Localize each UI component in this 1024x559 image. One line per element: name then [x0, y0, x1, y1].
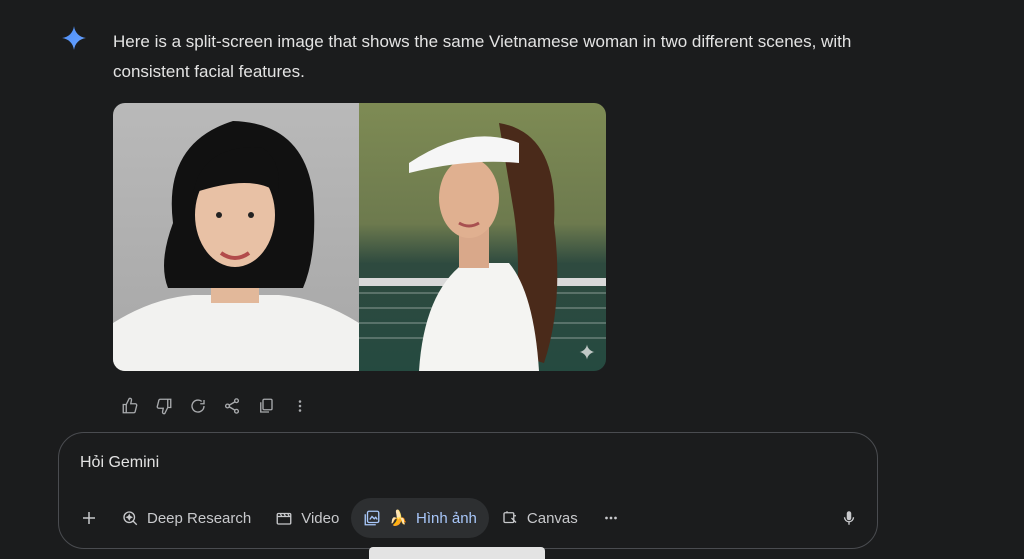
- more-horiz-icon: [604, 516, 617, 520]
- more-vert-icon: [298, 400, 302, 412]
- canvas-icon: [503, 511, 517, 524]
- thumbs-up-icon: [122, 397, 138, 414]
- image-left-portrait: [113, 103, 359, 371]
- image-right-tennis: [359, 103, 606, 371]
- microphone-icon: [843, 511, 855, 525]
- generated-image[interactable]: [113, 103, 606, 371]
- more-tools-button[interactable]: [590, 498, 632, 538]
- deep-research-label: Deep Research: [147, 509, 252, 527]
- redo-button[interactable]: [181, 396, 215, 416]
- add-button[interactable]: [69, 498, 109, 538]
- thumbs-down-icon: [156, 398, 172, 415]
- image-gallery-icon: [364, 510, 380, 526]
- copy-button[interactable]: [249, 396, 283, 416]
- response-text: Here is a split-screen image that shows …: [113, 32, 852, 81]
- redo-icon: [191, 399, 205, 413]
- thumbs-up-button[interactable]: [113, 396, 147, 416]
- video-button[interactable]: Video: [263, 498, 351, 538]
- video-clapper-icon: [276, 512, 292, 525]
- banana-icon: 🍌: [389, 510, 409, 527]
- video-label: Video: [301, 509, 340, 527]
- plus-icon: [83, 512, 95, 524]
- canvas-button[interactable]: Canvas: [489, 498, 590, 538]
- more-options-button[interactable]: [283, 396, 317, 416]
- prompt-input-placeholder[interactable]: Hỏi Gemini: [80, 454, 159, 472]
- share-icon: [224, 398, 240, 414]
- tennis-illustration: [359, 123, 606, 371]
- deep-research-icon: [123, 511, 138, 526]
- response-actions: [113, 396, 317, 416]
- portrait-illustration: [113, 121, 359, 371]
- share-button[interactable]: [215, 396, 249, 416]
- deep-research-button[interactable]: Deep Research: [109, 498, 263, 538]
- copy-icon: [260, 398, 273, 413]
- canvas-label: Canvas: [526, 509, 578, 527]
- image-label: Hình ảnh: [416, 509, 477, 527]
- gemini-sparkle-icon: [62, 26, 86, 50]
- tooltip-popup: [369, 547, 545, 559]
- sparkle-watermark-icon: [579, 344, 595, 360]
- microphone-button[interactable]: [829, 498, 869, 538]
- image-button[interactable]: 🍌 Hình ảnh: [351, 498, 489, 538]
- composer-toolbar: Deep Research Video 🍌 Hình ảnh Canvas: [69, 497, 869, 539]
- prompt-composer[interactable]: Hỏi Gemini Deep Research Video 🍌 Hình ản…: [58, 432, 878, 549]
- thumbs-down-button[interactable]: [147, 396, 181, 416]
